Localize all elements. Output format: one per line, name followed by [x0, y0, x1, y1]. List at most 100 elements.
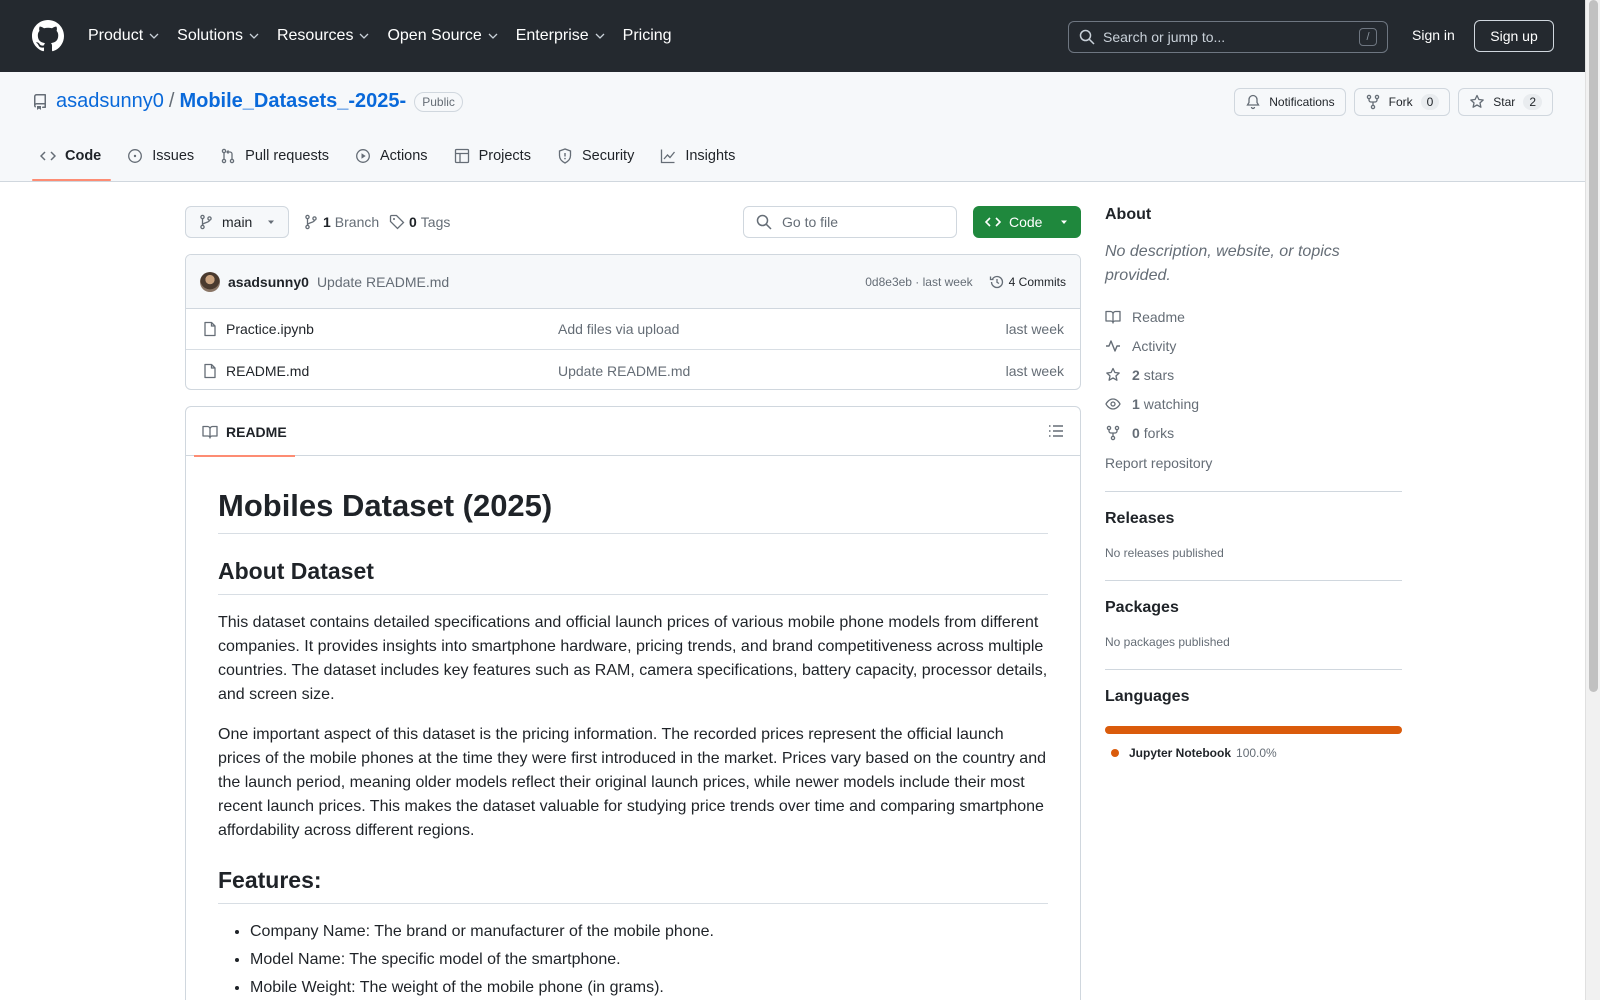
- commit-message[interactable]: Update README.md: [317, 274, 449, 290]
- readme-about-heading: About Dataset: [218, 558, 1048, 595]
- about-heading: About: [1105, 206, 1152, 223]
- notifications-button[interactable]: Notifications: [1234, 88, 1346, 116]
- chevron-down-icon: [359, 33, 369, 39]
- file-list: asadsunny0 Update README.md 0d8e3eb · la…: [185, 254, 1081, 390]
- repo-tabs: Code Issues Pull requests Actions Projec…: [32, 132, 753, 182]
- fork-count: 0: [1420, 94, 1440, 110]
- scrollbar-thumb[interactable]: [1589, 0, 1598, 692]
- branch-bar: main 1 Branch 0 Tags Go to file Code: [185, 206, 1081, 238]
- caret-down-icon: [268, 220, 274, 224]
- file-updated-time: last week: [1005, 321, 1064, 337]
- nav-solutions-label: Solutions: [177, 27, 243, 44]
- github-logo-icon[interactable]: [32, 20, 64, 52]
- star-icon: [1106, 367, 1120, 381]
- file-commit-message[interactable]: Add files via upload: [558, 321, 679, 337]
- repo-name-link[interactable]: Mobile_Datasets_-2025-: [179, 90, 406, 113]
- stars-label: stars: [1143, 366, 1175, 383]
- readme-link[interactable]: Readme: [1105, 302, 1402, 331]
- fork-button[interactable]: Fork 0: [1353, 88, 1451, 116]
- packages-heading[interactable]: Packages: [1105, 599, 1402, 617]
- global-header: Product Solutions Resources Open Source …: [0, 0, 1585, 72]
- tab-issues[interactable]: Issues: [119, 132, 204, 180]
- fork-icon: [1366, 94, 1379, 110]
- branch-name: main: [222, 214, 253, 230]
- search-input[interactable]: Search or jump to... /: [1068, 21, 1388, 53]
- tab-security[interactable]: Security: [549, 132, 644, 180]
- language-name: Jupyter Notebook: [1129, 746, 1232, 760]
- chevron-down-icon: [249, 33, 259, 39]
- report-repository-link[interactable]: Report repository: [1105, 455, 1402, 471]
- sign-in-link[interactable]: Sign in: [1412, 27, 1455, 43]
- go-to-file-input[interactable]: Go to file: [743, 206, 957, 238]
- tab-actions[interactable]: Actions: [347, 132, 438, 180]
- stars-link[interactable]: 2 stars: [1105, 360, 1402, 389]
- branch-icon: [200, 214, 212, 230]
- tag-icon: [389, 214, 405, 230]
- nav-pricing[interactable]: Pricing: [621, 27, 682, 45]
- file-name[interactable]: Practice.ipynb: [226, 321, 558, 337]
- table-row[interactable]: README.md Update README.md last week: [186, 350, 1080, 389]
- nav-enterprise-label: Enterprise: [515, 27, 589, 44]
- list-item: Model Name: The specific model of the sm…: [250, 948, 1048, 972]
- language-item[interactable]: Jupyter Notebook 100.0%: [1105, 746, 1402, 760]
- repo-title: asadsunny0 / Mobile_Datasets_-2025- Publ…: [32, 90, 463, 113]
- tab-insights[interactable]: Insights: [652, 132, 745, 180]
- branches-link[interactable]: 1 Branch: [303, 214, 379, 230]
- branch-selector[interactable]: main: [185, 206, 289, 238]
- readme-tab[interactable]: README: [194, 407, 295, 457]
- nav-enterprise[interactable]: Enterprise: [514, 27, 615, 45]
- tab-projects[interactable]: Projects: [446, 132, 541, 180]
- star-button[interactable]: Star 2: [1458, 88, 1553, 116]
- tab-pull-requests[interactable]: Pull requests: [212, 132, 339, 180]
- nav-resources[interactable]: Resources: [275, 27, 379, 45]
- file-name[interactable]: README.md: [226, 363, 558, 379]
- watching-count: 1: [1132, 395, 1140, 412]
- sign-up-button[interactable]: Sign up: [1474, 20, 1554, 52]
- file-commit-message[interactable]: Update README.md: [558, 363, 690, 379]
- tags-link[interactable]: 0 Tags: [389, 214, 450, 230]
- languages-heading: Languages: [1105, 688, 1190, 705]
- commits-link[interactable]: 4 Commits: [989, 274, 1066, 290]
- features-list: Company Name: The brand or manufacturer …: [218, 920, 1048, 1000]
- tab-code[interactable]: Code: [32, 132, 112, 181]
- watching-link[interactable]: 1 watching: [1105, 389, 1402, 418]
- tab-actions-label: Actions: [380, 148, 428, 164]
- history-icon: [989, 275, 1003, 288]
- book-icon: [1105, 310, 1121, 324]
- divider: [1105, 491, 1402, 492]
- tag-count: 0: [409, 214, 417, 230]
- notifications-label: Notifications: [1269, 95, 1335, 109]
- forks-link[interactable]: 0 forks: [1105, 418, 1402, 447]
- repo-owner-link[interactable]: asadsunny0: [56, 90, 164, 113]
- fork-icon: [1106, 425, 1120, 440]
- graph-icon: [661, 149, 676, 164]
- tab-pull-requests-label: Pull requests: [245, 148, 329, 164]
- chevron-down-icon: [149, 33, 159, 39]
- page-scrollbar[interactable]: [1585, 0, 1600, 1000]
- outline-list-icon[interactable]: [1048, 423, 1064, 439]
- commits-count: 4 Commits: [1008, 274, 1066, 289]
- nav-solutions[interactable]: Solutions: [175, 27, 269, 45]
- nav-product[interactable]: Product: [86, 27, 169, 45]
- commit-author[interactable]: asadsunny0: [228, 274, 309, 290]
- releases-heading[interactable]: Releases: [1105, 510, 1402, 528]
- activity-link[interactable]: Activity: [1105, 331, 1402, 360]
- repo-icon: [34, 93, 46, 110]
- bell-icon: [1246, 94, 1260, 110]
- code-dropdown-button[interactable]: Code: [973, 206, 1081, 238]
- commit-meta[interactable]: 0d8e3eb · last week: [865, 275, 972, 289]
- star-label: Star: [1493, 95, 1516, 109]
- nav-open-source[interactable]: Open Source: [385, 27, 507, 45]
- language-color-dot: [1111, 749, 1119, 757]
- visibility-badge: Public: [414, 91, 463, 112]
- eye-icon: [1105, 397, 1121, 410]
- watching-label: watching: [1143, 395, 1200, 412]
- table-row[interactable]: Practice.ipynb Add files via upload last…: [186, 309, 1080, 350]
- avatar[interactable]: [200, 271, 220, 292]
- stars-count: 2: [1132, 366, 1140, 383]
- divider: [1105, 580, 1402, 581]
- readme-header: README: [186, 407, 1080, 457]
- tag-count-label: Tags: [420, 214, 451, 230]
- about-description: No description, website, or topics provi…: [1105, 243, 1340, 284]
- activity-link-label: Activity: [1132, 337, 1177, 354]
